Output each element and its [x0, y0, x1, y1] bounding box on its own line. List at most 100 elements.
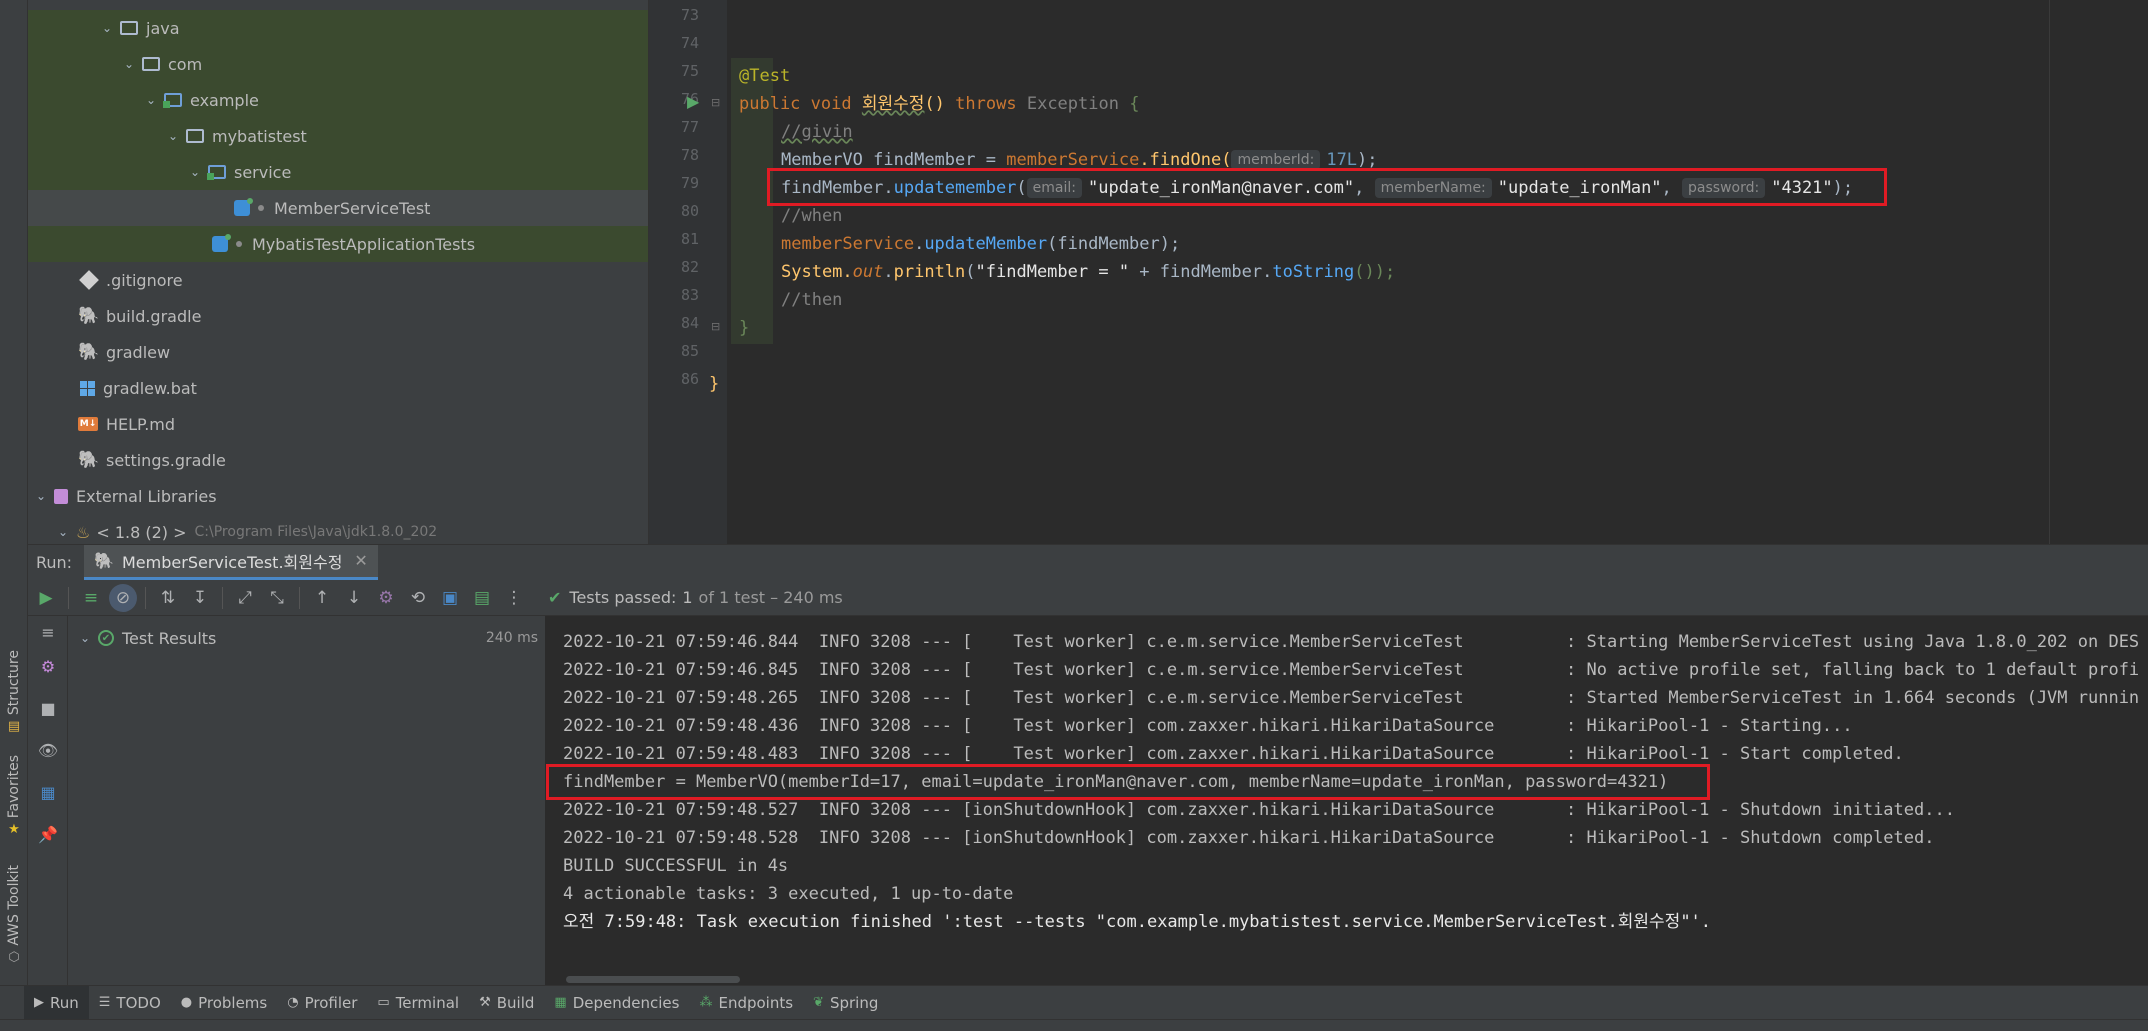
class-icon: [212, 234, 231, 252]
fold-icon[interactable]: ⊟: [711, 96, 720, 109]
brace-token: }: [739, 318, 750, 338]
aws-icon: ⬡: [8, 949, 20, 965]
tree-item-label: External Libraries: [76, 486, 217, 506]
param-hint: memberId:: [1231, 150, 1321, 170]
chevron-down-icon[interactable]: ⌄: [100, 21, 114, 35]
method-call-token: toString: [1272, 262, 1355, 282]
console-line: BUILD SUCCESSFUL in 4s: [563, 856, 789, 876]
punct-token: .: [883, 262, 894, 282]
close-icon[interactable]: ✕: [354, 551, 367, 570]
comment-token: //givin: [781, 122, 853, 142]
chevron-down-icon[interactable]: ⌄: [34, 489, 48, 503]
chevron-down-icon[interactable]: ⌄: [78, 631, 92, 645]
punct-token: ());: [1354, 262, 1396, 282]
test-results-row[interactable]: ⌄ ✔ Test Results 240 ms: [68, 622, 546, 654]
more-icon[interactable]: ⋮: [498, 582, 530, 614]
console-line: 2022-10-21 07:59:48.528 INFO 3208 --- [i…: [563, 828, 1935, 848]
history-icon[interactable]: ⟲: [402, 582, 434, 614]
jdk-icon: ♨: [76, 522, 91, 542]
bottom-tab-label: Profiler: [304, 993, 358, 1012]
tree-item-jdk[interactable]: ⌄ ♨ < 1.8 (2) > C:\Program Files\Java\jd…: [28, 514, 648, 544]
bottom-tab-spring[interactable]: ❦ Spring: [803, 986, 888, 1020]
tree-item-memberservicetest[interactable]: MemberServiceTest: [28, 190, 648, 226]
fold-icon[interactable]: ⊟: [711, 320, 720, 333]
bottom-tab-todo[interactable]: ☰ TODO: [89, 986, 171, 1020]
gradle-icon[interactable]: ⚙: [370, 582, 402, 614]
favorites-tool-tab[interactable]: Favorites ★: [2, 755, 26, 837]
bottom-tab-label: Run: [50, 993, 79, 1012]
bottom-tab-terminal[interactable]: ▭ Terminal: [367, 986, 469, 1020]
punct-token: );: [1357, 150, 1378, 170]
console-line: 오전 7:59:48: Task execution finished ':te…: [563, 912, 1712, 932]
tree-item-gradlew[interactable]: 🐘 gradlew: [28, 334, 648, 370]
show-ignored-icon[interactable]: ⊘: [109, 583, 137, 612]
aws-toolkit-tool-tab[interactable]: AWS Toolkit ⬡: [2, 865, 26, 965]
chevron-down-icon[interactable]: ⌄: [122, 57, 136, 71]
horizontal-scrollbar[interactable]: [566, 976, 740, 983]
bottom-tab-dependencies[interactable]: ▦ Dependencies: [544, 986, 689, 1020]
tree-item-example[interactable]: ⌄ example: [28, 82, 648, 118]
test-results-panel: ⌄ ✔ Test Results 240 ms: [68, 616, 546, 986]
tree-item-build-gradle[interactable]: 🐘 build.gradle: [28, 298, 648, 334]
collapse-all-icon[interactable]: ⤡: [261, 582, 293, 614]
code-editor[interactable]: 73 74 75 76 77 78 79 80 81 82 83 84 85 8…: [648, 0, 2148, 544]
clear-icon[interactable]: ≡: [34, 618, 62, 646]
tree-item-service[interactable]: ⌄ service: [28, 154, 648, 190]
code-area[interactable]: @Test public void 회원수정() throws Exceptio…: [709, 0, 2148, 544]
run-tab[interactable]: 🐘 MemberServiceTest.회원수정 ✕: [84, 544, 378, 581]
tree-item-label: MemberServiceTest: [274, 198, 431, 218]
line-number: 83: [680, 286, 699, 304]
stop-icon[interactable]: ■: [34, 694, 62, 722]
eye-icon[interactable]: 👁: [34, 736, 62, 764]
tree-item-java[interactable]: ⌄ java: [28, 10, 648, 46]
gradle-icon: 🐘: [78, 306, 100, 326]
line-number: 84: [680, 314, 699, 332]
layout-icon[interactable]: ▦: [34, 778, 62, 806]
export-icon[interactable]: ▤: [466, 582, 498, 614]
sort-duration-icon[interactable]: ↧: [184, 582, 216, 614]
tree-item-gradlew-bat[interactable]: gradlew.bat: [28, 370, 648, 406]
number-token: 17L: [1326, 150, 1358, 170]
console-line: 2022-10-21 07:59:48.265 INFO 3208 --- [ …: [563, 688, 2140, 708]
show-passed-icon[interactable]: ≡: [75, 582, 107, 614]
tree-item-com[interactable]: ⌄ com: [28, 46, 648, 82]
tree-item-mybatistest[interactable]: ⌄ mybatistest: [28, 118, 648, 154]
line-number: 81: [680, 230, 699, 248]
tests-passed-status: ✔ Tests passed: 1 of 1 test – 240 ms: [548, 588, 843, 607]
bottom-tab-endpoints[interactable]: ⁂ Endpoints: [689, 986, 803, 1020]
settings-icon[interactable]: ⚙: [34, 652, 62, 680]
tree-item-help-md[interactable]: M↓ HELP.md: [28, 406, 648, 442]
chevron-down-icon[interactable]: ⌄: [188, 165, 202, 179]
structure-tool-tab[interactable]: Structure ▤: [2, 650, 26, 734]
bottom-tab-build[interactable]: ⚒ Build: [469, 986, 544, 1020]
rerun-icon[interactable]: ▶: [30, 582, 62, 614]
tree-item-external-libraries[interactable]: ⌄ External Libraries: [28, 478, 648, 514]
sort-alpha-icon[interactable]: ⇅: [152, 582, 184, 614]
tree-item-label: example: [190, 90, 259, 110]
run-gutter-icon[interactable]: ▶: [687, 92, 699, 111]
bottom-tab-problems[interactable]: ● Problems: [171, 986, 277, 1020]
import-icon[interactable]: ▣: [434, 582, 466, 614]
line-number: 82: [680, 258, 699, 276]
keyword-token: throws: [955, 94, 1017, 114]
tree-item-mybatistestapplicationtests[interactable]: MybatisTestApplicationTests: [28, 226, 648, 262]
exception-token: Exception: [1026, 94, 1119, 114]
tree-item-gitignore[interactable]: .gitignore: [28, 262, 648, 298]
console-output[interactable]: 2022-10-21 07:59:46.844 INFO 3208 --- [ …: [546, 616, 2148, 986]
arrow-up-icon[interactable]: ↑: [306, 582, 338, 614]
expr-token: + findMember.: [1129, 262, 1273, 282]
info-icon: ●: [180, 995, 193, 1010]
chevron-down-icon[interactable]: ⌄: [166, 129, 180, 143]
chevron-down-icon[interactable]: ⌄: [144, 93, 158, 107]
tree-item-settings-gradle[interactable]: 🐘 settings.gradle: [28, 442, 648, 478]
chevron-down-icon[interactable]: ⌄: [56, 525, 70, 539]
expand-all-icon[interactable]: ⤢: [229, 582, 261, 614]
bottom-tab-run[interactable]: ▶ Run: [24, 985, 89, 1020]
package-icon: [163, 93, 182, 108]
field-token: out: [852, 262, 884, 282]
bottom-tab-profiler[interactable]: ◔ Profiler: [277, 986, 367, 1020]
tree-item-label: com: [168, 54, 203, 74]
arrow-down-icon[interactable]: ↓: [338, 582, 370, 614]
windows-icon: [80, 380, 95, 396]
pin-icon[interactable]: 📌: [34, 820, 62, 848]
